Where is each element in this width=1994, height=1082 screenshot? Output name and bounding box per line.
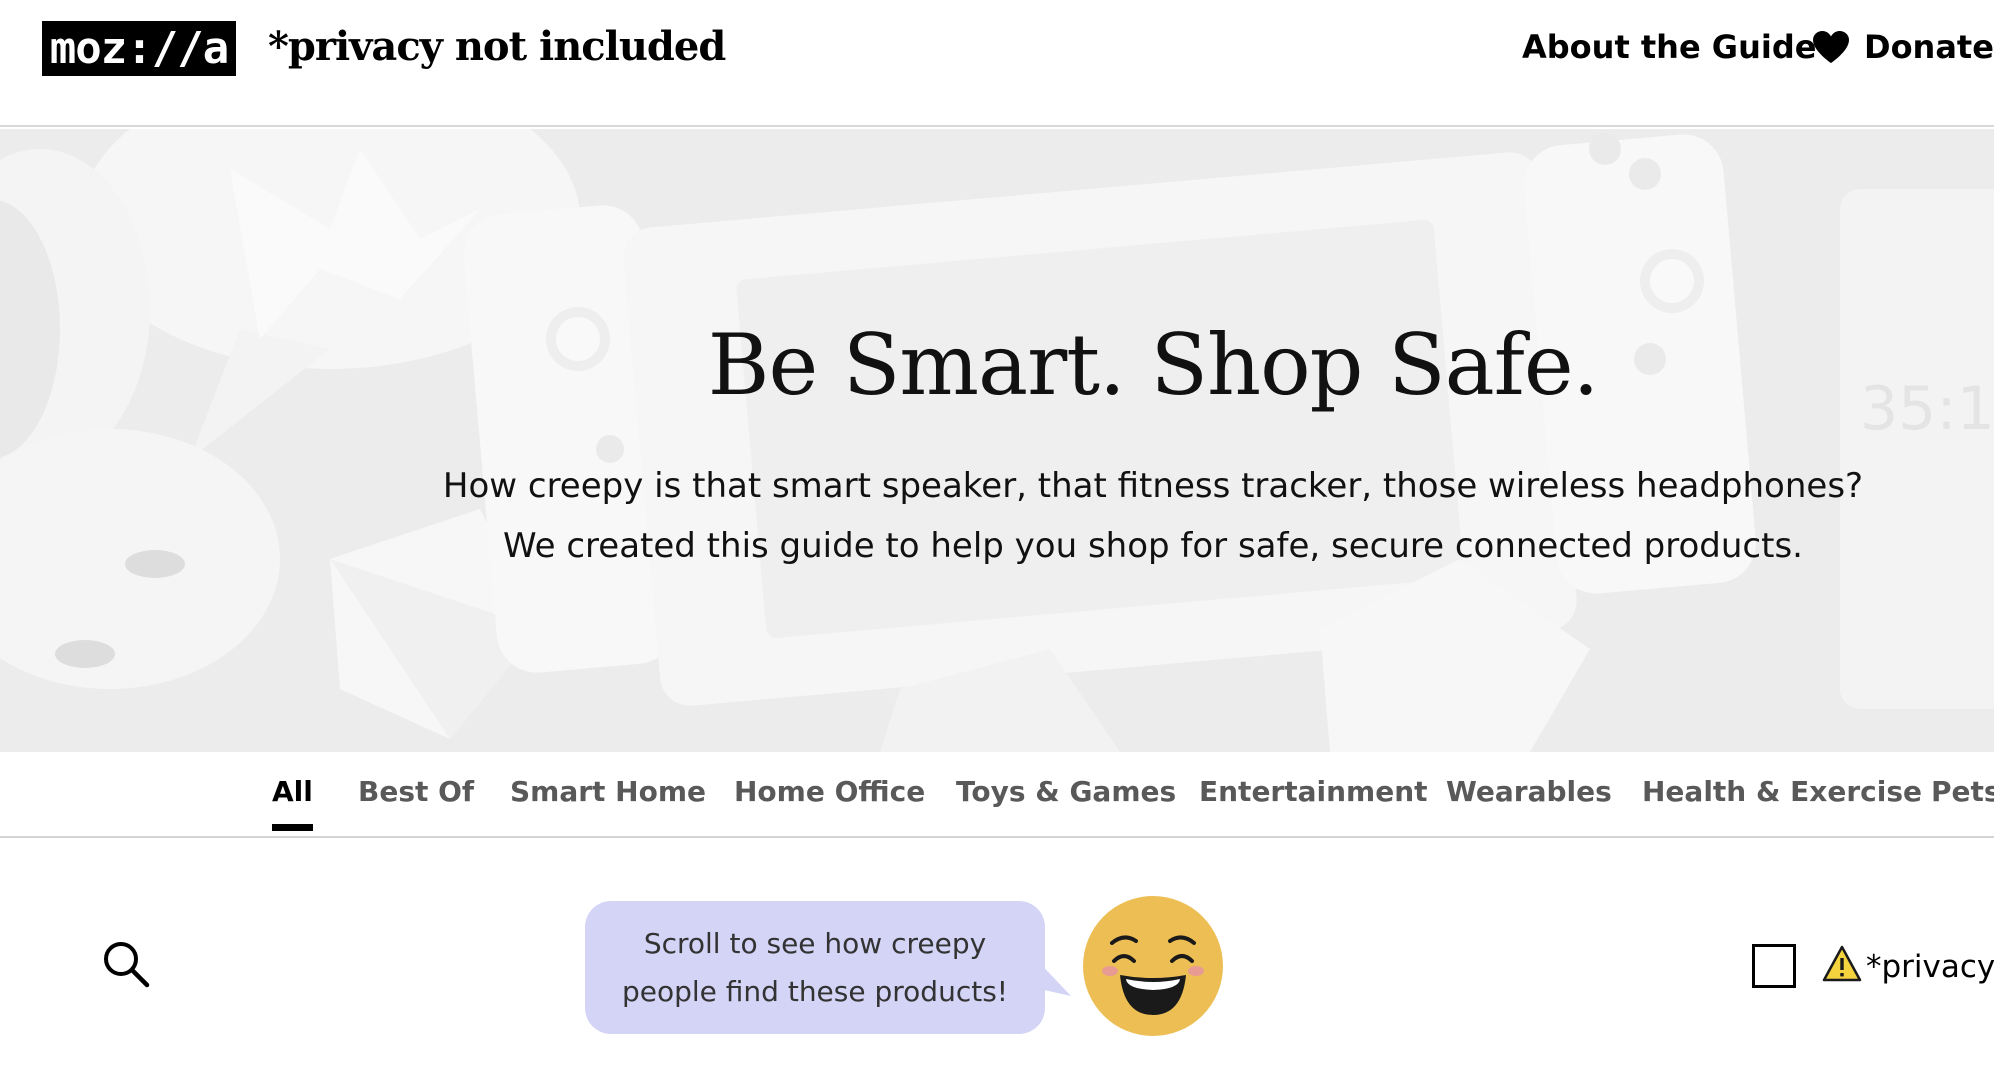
hero-subtitle: How creepy is that smart speaker, that f… bbox=[418, 456, 1888, 576]
tab-best-of[interactable]: Best Of bbox=[358, 772, 474, 812]
tab-all[interactable]: All bbox=[272, 772, 313, 831]
privacy-filter-label[interactable]: *privacy bbox=[1866, 946, 1994, 988]
tab-pets[interactable]: Pets bbox=[1931, 772, 1994, 812]
hero-background-illustration: 35:1 bbox=[0, 129, 1994, 752]
tab-smart-home[interactable]: Smart Home bbox=[510, 772, 706, 812]
tab-health-exercise[interactable]: Health & Exercise bbox=[1642, 772, 1922, 812]
about-guide-link[interactable]: About the Guide bbox=[1522, 25, 1816, 69]
tab-entertainment[interactable]: Entertainment bbox=[1199, 772, 1428, 812]
tab-wearables[interactable]: Wearables bbox=[1446, 772, 1612, 812]
bubble-line-1: Scroll to see how creepy bbox=[643, 926, 987, 960]
hero-subtitle-line-1: How creepy is that smart speaker, that f… bbox=[442, 466, 1864, 506]
mozilla-logo[interactable]: moz://a bbox=[42, 21, 236, 76]
site-header: moz://a *privacy not included About the … bbox=[0, 0, 1994, 127]
search-icon[interactable] bbox=[100, 938, 152, 990]
hero-subtitle-line-2: We created this guide to help you shop f… bbox=[503, 526, 1803, 566]
warning-icon bbox=[1822, 945, 1862, 982]
grinning-face-icon[interactable] bbox=[1082, 895, 1224, 1037]
hero-title-container: Be Smart. Shop Safe. bbox=[418, 310, 1888, 420]
tab-home-office[interactable]: Home Office bbox=[734, 772, 925, 812]
site-title[interactable]: *privacy not included bbox=[268, 22, 726, 72]
privacy-filter-checkbox[interactable] bbox=[1752, 944, 1796, 988]
creepiness-tip-bubble: Scroll to see how creepy people find the… bbox=[585, 901, 1045, 1034]
bubble-tail bbox=[1035, 958, 1071, 996]
hero-title: Be Smart. Shop Safe. bbox=[707, 316, 1600, 414]
heart-icon bbox=[1813, 31, 1849, 63]
bubble-line-2: people find these products! bbox=[621, 974, 1009, 1008]
donate-button[interactable]: Donate bbox=[1812, 25, 1994, 69]
category-tabs: All Best Of Smart Home Home Office Toys … bbox=[0, 752, 1994, 838]
tab-toys-games[interactable]: Toys & Games bbox=[956, 772, 1176, 812]
donate-label: Donate bbox=[1864, 28, 1994, 66]
hero-banner: 35:1 Be Smart. Shop Safe. How creepy is … bbox=[0, 129, 1994, 752]
